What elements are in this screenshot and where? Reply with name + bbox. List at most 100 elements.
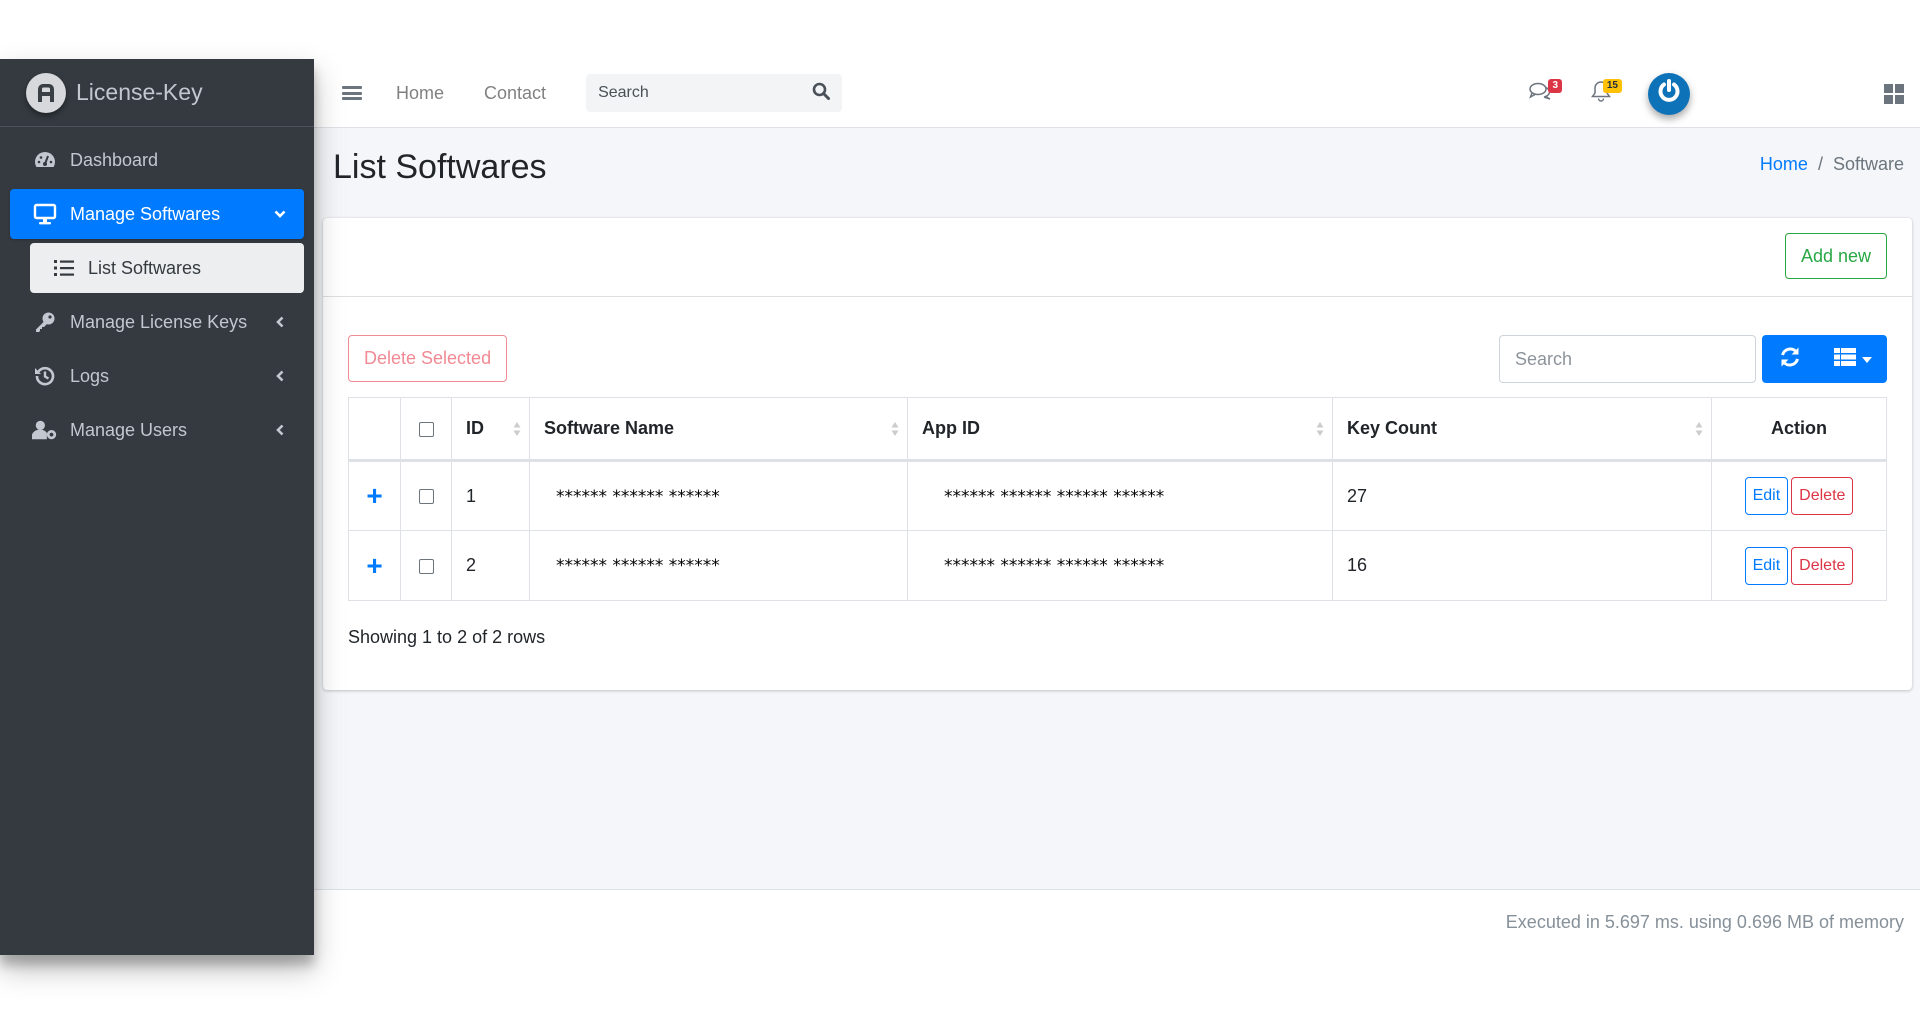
breadcrumb: Home / Software bbox=[1760, 154, 1904, 175]
breadcrumb-current: Software bbox=[1832, 154, 1904, 174]
chevron-down-icon bbox=[274, 208, 286, 220]
table-search-input[interactable] bbox=[1499, 335, 1756, 383]
expand-row-plus-icon[interactable]: + bbox=[366, 550, 382, 581]
column-header-select bbox=[400, 397, 452, 462]
row-checkbox[interactable] bbox=[418, 489, 434, 505]
page-title: List Softwares bbox=[333, 148, 547, 186]
messages-button[interactable]: 3 bbox=[1526, 78, 1562, 109]
columns-toggle-button[interactable] bbox=[1818, 335, 1887, 383]
delete-button[interactable]: Delete bbox=[1791, 546, 1854, 585]
chevron-left-icon bbox=[274, 316, 286, 328]
select-cell bbox=[400, 460, 452, 531]
user-avatar[interactable] bbox=[1648, 72, 1690, 115]
add-new-button[interactable]: Add new bbox=[1784, 233, 1887, 279]
tachometer-icon bbox=[32, 149, 58, 171]
detail-cell: + bbox=[348, 460, 401, 531]
softwares-table: ID Software Name App ID Key Count Action bbox=[348, 397, 1887, 601]
navbar-right: 3 15 bbox=[1526, 59, 1920, 128]
action-cell: Edit Delete bbox=[1711, 460, 1887, 531]
sidebar-item-manage-softwares[interactable]: Manage Softwares bbox=[10, 189, 304, 239]
software-name-cell: ****** ****** ****** bbox=[529, 460, 908, 531]
table-header-row: ID Software Name App ID Key Count Action bbox=[348, 397, 1887, 462]
app-id-cell: ****** ****** ****** ****** bbox=[907, 530, 1333, 601]
row-checkbox[interactable] bbox=[418, 558, 434, 574]
execution-stats: Executed in 5.697 ms. using 0.696 MB of … bbox=[1505, 912, 1904, 932]
desktop-icon bbox=[32, 203, 58, 225]
app-shell: License-Key Dashboard Manage Softwares L… bbox=[0, 59, 1920, 955]
table-row: + 1 ****** ****** ****** ****** ****** *… bbox=[348, 460, 1887, 531]
sidebar-item-dashboard[interactable]: Dashboard bbox=[10, 135, 304, 185]
sidebar-item-label: Manage Softwares bbox=[70, 203, 221, 224]
hamburger-menu-icon[interactable] bbox=[342, 84, 362, 102]
card-body: Delete Selected Search ID Software Name … bbox=[323, 297, 1912, 648]
breadcrumb-home[interactable]: Home bbox=[1760, 154, 1808, 175]
nav-link-home[interactable]: Home bbox=[396, 83, 444, 104]
column-header-app-id[interactable]: App ID bbox=[907, 397, 1333, 462]
sidebar-item-label: Manage License Keys bbox=[70, 311, 248, 332]
list-icon bbox=[52, 257, 76, 279]
control-sidebar-grid-icon[interactable] bbox=[1884, 83, 1904, 104]
delete-selected-button[interactable]: Delete Selected bbox=[348, 335, 508, 382]
messages-badge: 3 bbox=[1548, 78, 1562, 93]
users-cog-icon bbox=[32, 419, 58, 441]
sidebar-subitem-list-softwares[interactable]: List Softwares bbox=[30, 243, 304, 293]
column-header-software-name[interactable]: Software Name bbox=[529, 397, 908, 462]
select-all-checkbox[interactable] bbox=[418, 421, 434, 437]
sidebar-item-manage-users[interactable]: Manage Users bbox=[10, 405, 304, 455]
navbar-search-input[interactable] bbox=[598, 84, 813, 102]
select-cell bbox=[400, 530, 452, 601]
key-count-cell: 27 bbox=[1332, 460, 1712, 531]
search-icon[interactable] bbox=[812, 82, 831, 105]
column-header-key-count[interactable]: Key Count bbox=[1332, 397, 1712, 462]
sort-icon bbox=[513, 421, 521, 436]
breadcrumb-separator: / bbox=[1817, 154, 1823, 174]
content-wrapper: List Softwares Home / Software Add new D… bbox=[314, 128, 1920, 889]
expand-row-plus-icon[interactable]: + bbox=[366, 480, 382, 511]
edit-button[interactable]: Edit bbox=[1744, 477, 1789, 515]
sort-icon bbox=[891, 421, 899, 436]
content-header: List Softwares Home / Software bbox=[314, 128, 1920, 218]
refresh-button[interactable] bbox=[1762, 335, 1818, 383]
app-id-cell: ****** ****** ****** ****** bbox=[907, 460, 1333, 531]
sidebar: License-Key Dashboard Manage Softwares L… bbox=[0, 59, 314, 955]
sidebar-item-label: Dashboard bbox=[70, 149, 159, 170]
license-key-logo-icon bbox=[26, 72, 66, 113]
th-list-icon bbox=[1833, 347, 1856, 371]
action-cell: Edit Delete bbox=[1711, 530, 1887, 601]
top-navbar: Home Contact 3 15 bbox=[314, 59, 1920, 128]
navbar-search bbox=[586, 74, 843, 112]
refresh-icon bbox=[1779, 346, 1801, 373]
software-name-cell: ****** ****** ****** bbox=[529, 530, 908, 601]
edit-button[interactable]: Edit bbox=[1744, 546, 1789, 585]
nav-link-contact[interactable]: Contact bbox=[484, 83, 546, 104]
caret-down-icon bbox=[1861, 350, 1872, 368]
key-count-cell: 16 bbox=[1332, 530, 1712, 601]
pagination-info: Showing 1 to 2 of 2 rows bbox=[348, 627, 546, 647]
notifications-button[interactable]: 15 bbox=[1586, 78, 1622, 109]
id-cell: 1 bbox=[451, 460, 530, 531]
delete-button[interactable]: Delete bbox=[1791, 477, 1854, 515]
chevron-left-icon bbox=[274, 370, 286, 382]
sidebar-item-manage-license-keys[interactable]: Manage License Keys bbox=[10, 297, 304, 347]
sort-icon bbox=[1695, 421, 1703, 436]
page-footer: Executed in 5.697 ms. using 0.696 MB of … bbox=[314, 889, 1920, 955]
column-header-action: Action bbox=[1711, 397, 1887, 462]
software-card: Add new Delete Selected Search ID Softwa… bbox=[323, 218, 1912, 690]
power-icon bbox=[1656, 78, 1682, 109]
column-header-id[interactable]: ID bbox=[451, 397, 530, 462]
sidebar-item-label: Manage Users bbox=[70, 419, 188, 440]
table-row: + 2 ****** ****** ****** ****** ****** *… bbox=[348, 530, 1887, 601]
sidebar-subitem-label: List Softwares bbox=[88, 257, 202, 278]
column-header-detail bbox=[348, 397, 401, 462]
brand-link[interactable]: License-Key bbox=[0, 59, 314, 127]
id-cell: 2 bbox=[451, 530, 530, 601]
detail-cell: + bbox=[348, 530, 401, 601]
brand-name: License-Key bbox=[76, 79, 203, 105]
sidebar-item-logs[interactable]: Logs bbox=[10, 351, 304, 401]
sort-icon bbox=[1316, 421, 1324, 436]
table-toolbar: Delete Selected bbox=[348, 297, 1887, 397]
notifications-badge: 15 bbox=[1602, 78, 1622, 93]
key-icon bbox=[32, 311, 58, 333]
chevron-left-icon bbox=[274, 424, 286, 436]
sidebar-nav: Dashboard Manage Softwares List Software… bbox=[0, 127, 314, 467]
